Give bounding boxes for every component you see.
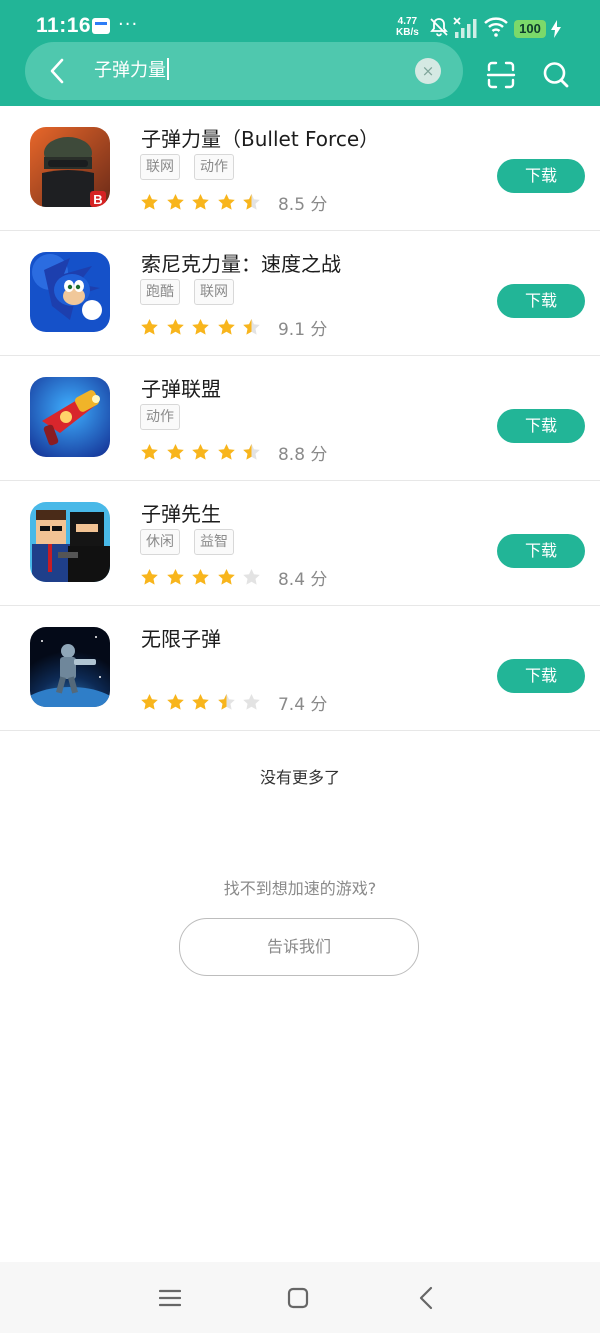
app-tag: 休闲 [140, 529, 180, 555]
network-speed-value: 4.77 [397, 16, 418, 27]
search-bar[interactable] [25, 42, 463, 100]
star-full-icon [166, 318, 184, 335]
star-full-icon [141, 318, 158, 335]
app-tag: 联网 [140, 154, 180, 180]
network-speed: 4.77 KB/s [396, 16, 419, 38]
app-tag: 益智 [194, 529, 234, 555]
app-tag: 跑酷 [140, 279, 180, 305]
notification-app-icon [92, 18, 110, 34]
search-icon[interactable] [542, 60, 570, 90]
star-full-icon [192, 568, 209, 585]
not-found-prompt: 找不到想加速的游戏? [223, 879, 377, 898]
star-full-icon [218, 568, 235, 585]
star-full-icon [192, 318, 209, 335]
app-name[interactable]: 子弹先生 [141, 498, 221, 527]
app-tag: 动作 [140, 404, 180, 430]
download-button[interactable]: 下载 [497, 659, 585, 693]
app-score: 9.1 分 [277, 320, 328, 340]
search-input[interactable]: 子弹力量 [94, 57, 169, 85]
star-full-icon [141, 443, 158, 460]
search-results-list: B 子弹力量（Bullet Force） 联网 动作 8.5 分 下载 索尼克力… [0, 106, 600, 731]
star-empty-icon [243, 693, 261, 710]
svg-text:B: B [93, 192, 102, 207]
home-icon[interactable] [287, 1287, 309, 1309]
more-notifications-icon: ··· [118, 14, 139, 35]
app-name[interactable]: 索尼克力量：速度之战 [141, 248, 341, 277]
result-item[interactable]: 子弹先生 休闲 益智 8.4 分 下载 [0, 481, 600, 606]
app-rating: 8.4 分 [140, 565, 328, 590]
star-full-icon [166, 443, 184, 460]
tell-us-button[interactable]: 告诉我们 [179, 918, 419, 976]
star-half-icon [243, 443, 261, 460]
star-full-icon [192, 443, 209, 460]
app-tag: 联网 [194, 279, 234, 305]
no-more-text: 没有更多了 [259, 768, 340, 787]
menu-icon[interactable] [159, 1288, 181, 1308]
text-caret [167, 58, 169, 80]
app-rating: 7.4 分 [140, 690, 328, 715]
app-name[interactable]: 无限子弹 [141, 623, 221, 652]
star-full-icon [166, 693, 184, 710]
star-full-icon [192, 693, 209, 710]
download-button[interactable]: 下载 [497, 159, 585, 193]
wifi-icon [484, 17, 508, 37]
app-icon-infinite-bullet[interactable] [30, 627, 110, 707]
star-full-icon [192, 193, 209, 210]
result-item[interactable]: 子弹联盟 动作 8.8 分 下载 [0, 356, 600, 481]
star-half-icon [243, 193, 261, 210]
back-arrow-icon[interactable] [44, 55, 72, 87]
app-tags: 动作 [140, 404, 194, 430]
download-button[interactable]: 下载 [497, 409, 585, 443]
app-rating: 8.8 分 [140, 440, 328, 465]
download-button[interactable]: 下载 [497, 534, 585, 568]
result-item[interactable]: 无限子弹 7.4 分 下载 [0, 606, 600, 731]
star-full-icon [218, 443, 235, 460]
star-full-icon [141, 568, 158, 585]
app-tag: 动作 [194, 154, 234, 180]
app-icon-mr-bullet[interactable] [30, 502, 110, 582]
download-button[interactable]: 下载 [497, 284, 585, 318]
star-full-icon [141, 693, 158, 710]
app-name[interactable]: 子弹联盟 [141, 373, 221, 402]
battery-indicator: 100 [514, 20, 546, 38]
status-bar: 11:16 ··· 4.77 KB/s 100 [0, 0, 600, 40]
result-item[interactable]: B 子弹力量（Bullet Force） 联网 动作 8.5 分 下载 [0, 106, 600, 231]
scan-icon[interactable] [486, 60, 516, 90]
star-full-icon [141, 193, 158, 210]
app-score: 8.8 分 [277, 445, 328, 465]
star-half-icon [243, 318, 261, 335]
star-full-icon [166, 193, 184, 210]
star-empty-icon [243, 568, 261, 585]
app-rating: 9.1 分 [140, 315, 328, 340]
result-item[interactable]: 索尼克力量：速度之战 跑酷 联网 9.1 分 下载 [0, 231, 600, 356]
mute-bell-icon [430, 18, 448, 37]
search-query: 子弹力量 [94, 60, 166, 81]
app-icon-sonic-forces[interactable] [30, 252, 110, 332]
app-tags: 跑酷 联网 [140, 279, 248, 305]
app-tags: 休闲 益智 [140, 529, 248, 555]
status-time: 11:16 [36, 14, 92, 37]
clear-icon[interactable]: × [415, 58, 441, 84]
back-icon[interactable] [418, 1286, 434, 1310]
star-full-icon [218, 318, 235, 335]
network-speed-unit: KB/s [396, 27, 419, 38]
app-icon-bullet-league[interactable] [30, 377, 110, 457]
app-score: 8.4 分 [277, 570, 328, 590]
star-full-icon [166, 568, 184, 585]
app-icon-bullet-force[interactable]: B [30, 127, 110, 207]
app-score: 7.4 分 [277, 695, 328, 715]
app-rating: 8.5 分 [140, 190, 328, 215]
app-tags: 联网 动作 [140, 154, 248, 180]
app-score: 8.5 分 [277, 195, 328, 215]
star-full-icon [218, 193, 235, 210]
charging-bolt-icon [551, 20, 561, 38]
cellular-signal-icon [453, 17, 477, 38]
star-half-icon [218, 693, 235, 710]
app-name[interactable]: 子弹力量（Bullet Force） [141, 123, 379, 152]
